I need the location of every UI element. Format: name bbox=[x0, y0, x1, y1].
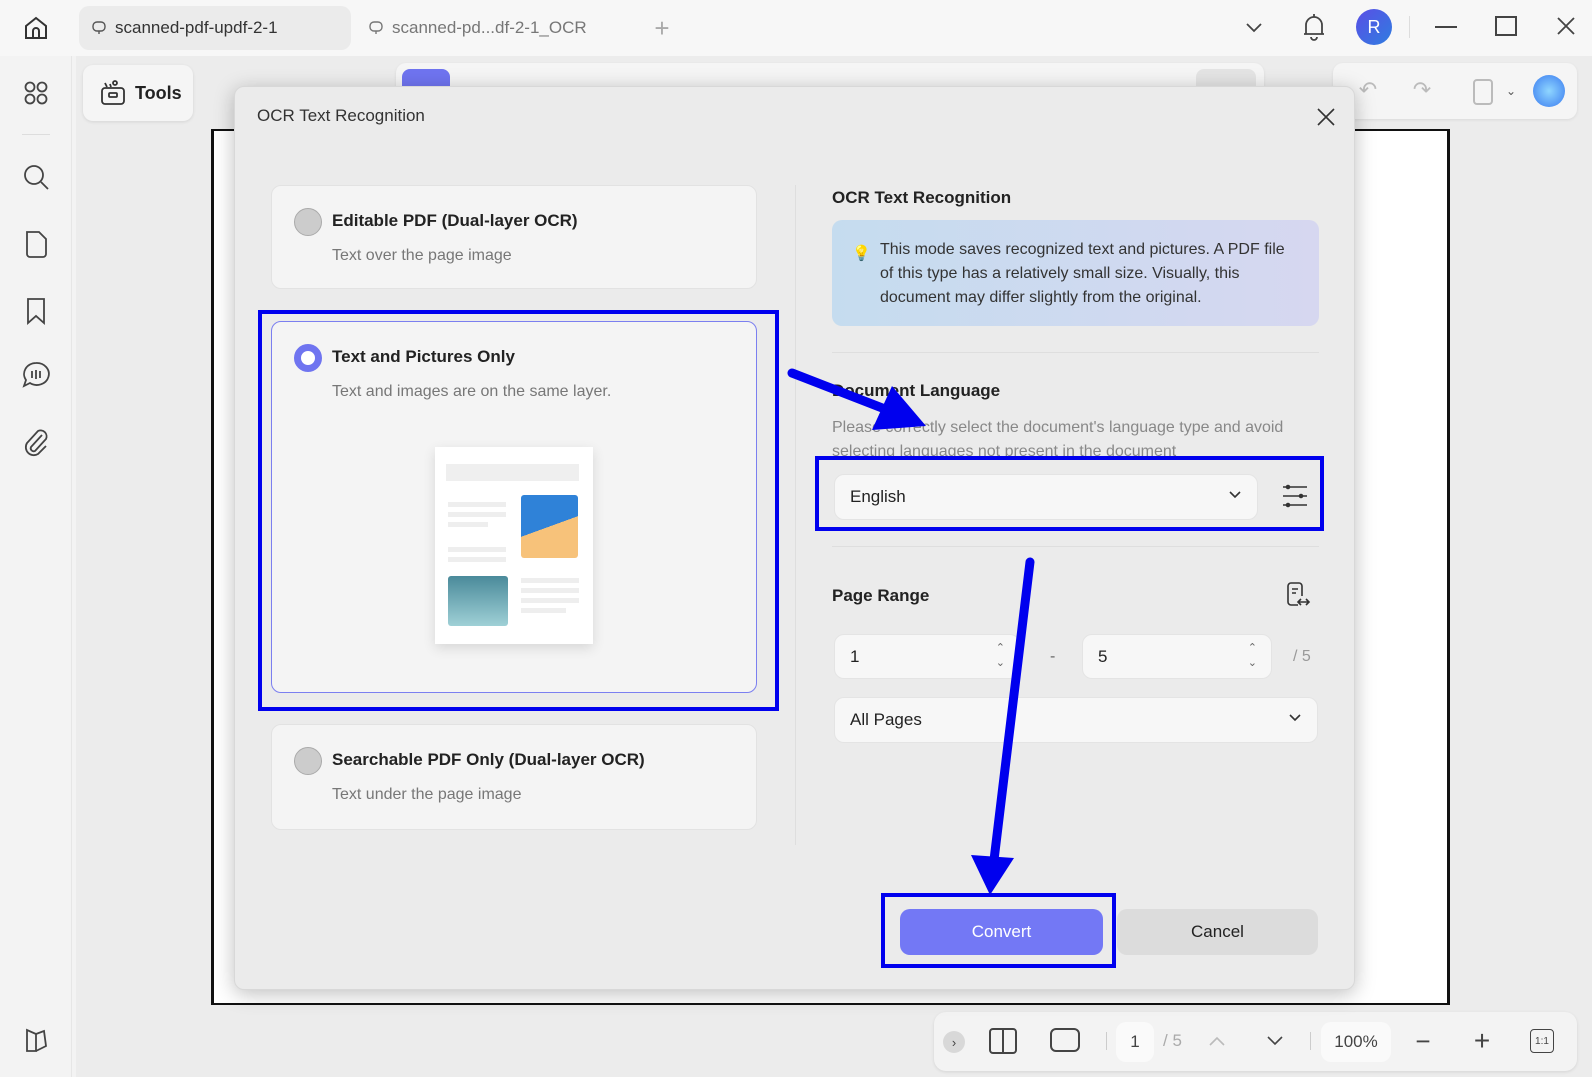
arrow-to-convert bbox=[971, 557, 1035, 895]
annotation-arrows bbox=[787, 368, 1035, 895]
arrow-to-language bbox=[787, 368, 926, 430]
